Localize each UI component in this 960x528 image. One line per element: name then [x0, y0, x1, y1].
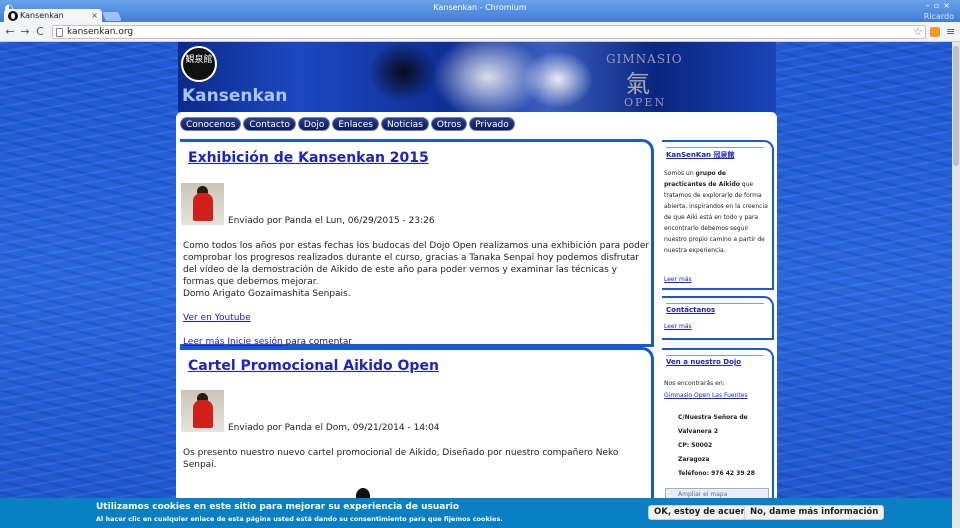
tab-close-icon[interactable]: ×	[91, 9, 98, 23]
banner-figure	[518, 47, 598, 112]
window-title: Kansenkan - Chromium	[433, 3, 527, 12]
menu-item-noticias[interactable]: Noticias	[380, 117, 429, 131]
visit-title[interactable]: Ven a nuestro Dojo	[666, 358, 741, 366]
article-meta: Enviado por Panda el Dom, 09/21/2014 - 1…	[228, 423, 440, 433]
back-icon[interactable]: ←	[3, 25, 17, 39]
main-menu: Conocenos Contacto Dojo Enlaces Noticias Otro…	[180, 116, 517, 131]
contact-title[interactable]: Contáctanos	[666, 306, 715, 314]
cookie-subtitle: Al hacer clic en cualquier enlace de est…	[96, 515, 503, 523]
about-block: KanSenKan 冠泉館 Somos un grupo de practica…	[662, 140, 774, 290]
menu-item-otros[interactable]: Otros	[430, 117, 468, 131]
article: Exhibición de Kansenkan 2015 Enviado por…	[180, 139, 654, 347]
visit-place-wrap: Gimnasio Open Las Fuentes	[664, 390, 748, 401]
site-banner: 観泉館 Kansenkan GIMNASIO 氣 OPEN	[178, 42, 776, 112]
url-text: kansenkan.org	[67, 27, 134, 37]
gym-logo-kanji: 氣	[626, 70, 650, 98]
bookmark-star-icon[interactable]: ☆	[913, 25, 923, 38]
article-paragraph: Como todos los años por estas fechas los…	[183, 241, 650, 287]
site-name[interactable]: Kansenkan	[182, 86, 287, 106]
site-logo[interactable]: 観泉館	[181, 46, 217, 82]
browser-tab[interactable]: Kansenkan ×	[4, 9, 102, 23]
menu-item-dojo[interactable]: Dojo	[297, 117, 331, 131]
tab-title: Kansenkan	[20, 11, 64, 20]
scroll-thumb[interactable]	[953, 46, 959, 166]
visit-intro: Nos encontrarás en:	[664, 380, 725, 387]
window-controls[interactable]: –▫×	[926, 1, 954, 10]
window-titlebar: ◐ Kansenkan - Chromium –▫× Ricardo Kanse…	[0, 0, 960, 23]
postal-code: CP: 50002	[678, 442, 713, 449]
author-avatar[interactable]	[181, 183, 224, 225]
youtube-link[interactable]: Ver en Youtube	[183, 313, 251, 323]
about-text-body: que tratamos de explorarlo de forma abie…	[664, 181, 768, 254]
article-title[interactable]: Exhibición de Kansenkan 2015	[188, 150, 429, 166]
about-title[interactable]: KanSenKan 冠泉館	[666, 150, 734, 160]
visit-place-link[interactable]: Gimnasio Open Las Fuentes	[664, 392, 748, 399]
about-read-more-wrap: Leer más	[664, 274, 692, 285]
article-title[interactable]: Cartel Promocional Aikido Open	[188, 358, 439, 374]
login-link[interactable]: Inicie sesión	[227, 337, 282, 347]
profile-name[interactable]: Ricardo	[924, 12, 954, 21]
cookie-banner: Utilizamos cookies en este sitio para me…	[0, 498, 952, 528]
enlarge-map-link[interactable]: Ampliar el mapa	[678, 491, 727, 498]
reload-icon[interactable]: C	[33, 25, 47, 39]
comment-suffix: para comentar	[282, 337, 353, 347]
avatar-body	[193, 400, 213, 428]
contact-read-more[interactable]: Leer más	[664, 323, 692, 330]
address-line: C/Nuestra Señora de	[678, 414, 748, 421]
block-divider	[666, 303, 764, 304]
block-divider	[666, 147, 764, 148]
page-scrollbar[interactable]	[952, 42, 960, 528]
cookie-info-button[interactable]: No, dame más información	[744, 505, 885, 520]
article-links: Ver en Youtube	[183, 312, 651, 324]
about-read-more[interactable]: Leer más	[664, 276, 692, 283]
main-container: Conocenos Contacto Dojo Enlaces Noticias Otro…	[176, 112, 777, 528]
cookie-title: Utilizamos cookies en este sitio para me…	[96, 502, 460, 512]
block-divider	[666, 355, 764, 356]
address-bar[interactable]: kansenkan.org	[52, 25, 926, 39]
phone: Teléfono: 976 42 39 28	[678, 470, 755, 477]
browser-menu-icon[interactable]: ≡	[946, 25, 955, 38]
city: Zaragoza	[678, 456, 710, 463]
menu-item-conocenos[interactable]: Conocenos	[180, 117, 242, 131]
favicon-icon	[8, 11, 18, 21]
page-viewport: 観泉館 Kansenkan GIMNASIO 氣 OPEN Conocenos C…	[0, 42, 952, 528]
page-icon	[56, 28, 63, 37]
menu-item-privado[interactable]: Privado	[469, 117, 515, 131]
new-tab-button[interactable]	[102, 12, 122, 21]
article-paragraph: Domo Arigato Gozaimashita Senpais.	[183, 289, 351, 299]
avatar-body	[193, 193, 213, 221]
gym-logo-open: OPEN	[624, 96, 667, 109]
about-text-pre: Somos un	[664, 170, 696, 177]
rss-icon[interactable]	[930, 27, 940, 37]
article-paragraph: Os presento nuestro nuevo cartel promoci…	[183, 448, 619, 470]
contact-block: Contáctanos Leer más	[662, 296, 774, 340]
contact-read-more-wrap: Leer más	[664, 321, 692, 332]
forward-icon[interactable]: →	[18, 25, 32, 39]
author-avatar[interactable]	[181, 390, 224, 432]
about-text: Somos un grupo de practicantes de Aikido…	[664, 168, 768, 256]
menu-item-enlaces[interactable]: Enlaces	[332, 117, 379, 131]
menu-item-contacto[interactable]: Contacto	[243, 117, 296, 131]
browser-toolbar: ← → C kansenkan.org ☆ ≡	[0, 22, 960, 42]
article-meta: Enviado por Panda el Lun, 06/29/2015 - 2…	[228, 216, 435, 226]
address-line: Valvanera 2	[678, 428, 718, 435]
read-more-link[interactable]: Leer más	[183, 337, 224, 347]
